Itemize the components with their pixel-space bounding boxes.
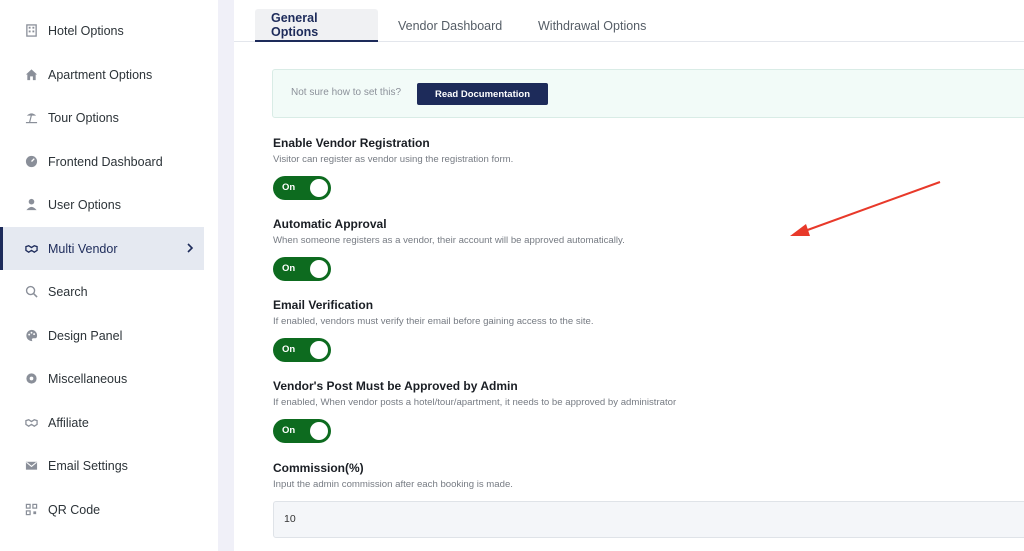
settings-panel: General Options Vendor Dashboard Withdra… <box>234 0 1024 551</box>
sidebar-item-design-panel[interactable]: Design Panel <box>0 314 204 357</box>
qr-icon <box>24 503 38 517</box>
field-label: Vendor's Post Must be Approved by Admin <box>273 379 518 393</box>
field-description: Input the admin commission after each bo… <box>273 479 513 490</box>
sidebar-item-label: Design Panel <box>48 328 123 343</box>
chevron-right-icon <box>184 241 196 255</box>
field-description: If enabled, vendors must verify their em… <box>273 316 594 327</box>
email-verification-toggle[interactable]: On <box>273 338 331 362</box>
field-vendor-post-approval: Vendor's Post Must be Approved by Admin … <box>273 379 993 443</box>
toggle-knob <box>310 260 328 278</box>
sidebar-item-search[interactable]: Search <box>0 270 204 313</box>
sidebar-item-label: Miscellaneous <box>48 371 128 386</box>
sidebar-item-label: Multi Vendor <box>48 241 118 256</box>
field-email-verification: Email Verification If enabled, vendors m… <box>273 298 993 362</box>
sidebar-gutter <box>218 0 234 551</box>
palette-icon <box>24 329 38 343</box>
sidebar-item-tour-options[interactable]: Tour Options <box>0 96 204 139</box>
annotation-arrow <box>790 181 941 236</box>
sidebar-item-label: Email Settings <box>48 458 128 473</box>
toggle-state-label: On <box>282 263 296 274</box>
field-label: Email Verification <box>273 298 374 312</box>
gear-icon <box>24 372 38 386</box>
read-documentation-button[interactable]: Read Documentation <box>417 83 548 105</box>
sidebar-item-label: Search <box>48 284 88 299</box>
home-icon <box>24 68 38 82</box>
dashboard-icon <box>24 155 38 169</box>
search-icon <box>24 285 38 299</box>
field-commission: Commission(%) Input the admin commission… <box>273 461 993 490</box>
handshake-icon <box>24 416 38 430</box>
user-icon <box>24 198 38 212</box>
tab-withdrawal-options[interactable]: Withdrawal Options <box>522 9 662 42</box>
toggle-state-label: On <box>282 182 296 193</box>
toggle-knob <box>310 422 328 440</box>
toggle-knob <box>310 341 328 359</box>
sidebar-item-hotel-options[interactable]: Hotel Options <box>0 9 204 52</box>
beach-icon <box>24 111 38 125</box>
documentation-notice: Not sure how to set this? Read Documenta… <box>272 69 1024 118</box>
sidebar-item-apartment-options[interactable]: Apartment Options <box>0 53 204 96</box>
sidebar-item-frontend-dashboard[interactable]: Frontend Dashboard <box>0 140 204 183</box>
sidebar-item-label: Affiliate <box>48 415 89 430</box>
commission-input[interactable]: 10 <box>273 501 1024 538</box>
field-enable-vendor-registration: Enable Vendor Registration Visitor can r… <box>273 136 993 200</box>
field-label: Enable Vendor Registration <box>273 136 430 150</box>
sidebar: Hotel Options Apartment Options Tour Opt… <box>0 0 218 551</box>
sidebar-item-user-options[interactable]: User Options <box>0 183 204 226</box>
enable-vendor-registration-toggle[interactable]: On <box>273 176 331 200</box>
sidebar-item-multi-vendor[interactable]: Multi Vendor <box>0 227 204 270</box>
documentation-hint: Not sure how to set this? <box>291 87 402 98</box>
sidebar-item-label: Tour Options <box>48 110 119 125</box>
sidebar-item-email-settings[interactable]: Email Settings <box>0 444 204 487</box>
toggle-state-label: On <box>282 425 296 436</box>
toggle-knob <box>310 179 328 197</box>
sidebar-item-label: Hotel Options <box>48 23 124 38</box>
hotel-icon <box>24 24 38 38</box>
sidebar-item-label: QR Code <box>48 502 101 517</box>
handshake-icon <box>24 242 38 256</box>
sidebar-item-miscellaneous[interactable]: Miscellaneous <box>0 357 204 400</box>
tab-bar: General Options Vendor Dashboard Withdra… <box>234 0 1024 42</box>
sidebar-item-qr-code[interactable]: QR Code <box>0 488 204 531</box>
sidebar-item-label: Frontend Dashboard <box>48 154 163 169</box>
vendor-post-approval-toggle[interactable]: On <box>273 419 331 443</box>
sidebar-item-label: User Options <box>48 197 121 212</box>
envelope-icon <box>24 459 38 473</box>
toggle-state-label: On <box>282 344 296 355</box>
sidebar-item-label: Apartment Options <box>48 67 153 82</box>
tab-general-options[interactable]: General Options <box>255 9 378 42</box>
sidebar-item-affiliate[interactable]: Affiliate <box>0 401 204 444</box>
field-description: If enabled, When vendor posts a hotel/to… <box>273 397 677 408</box>
tab-vendor-dashboard[interactable]: Vendor Dashboard <box>382 9 518 42</box>
field-description: Visitor can register as vendor using the… <box>273 154 514 165</box>
automatic-approval-toggle[interactable]: On <box>273 257 331 281</box>
field-label: Commission(%) <box>273 461 364 475</box>
